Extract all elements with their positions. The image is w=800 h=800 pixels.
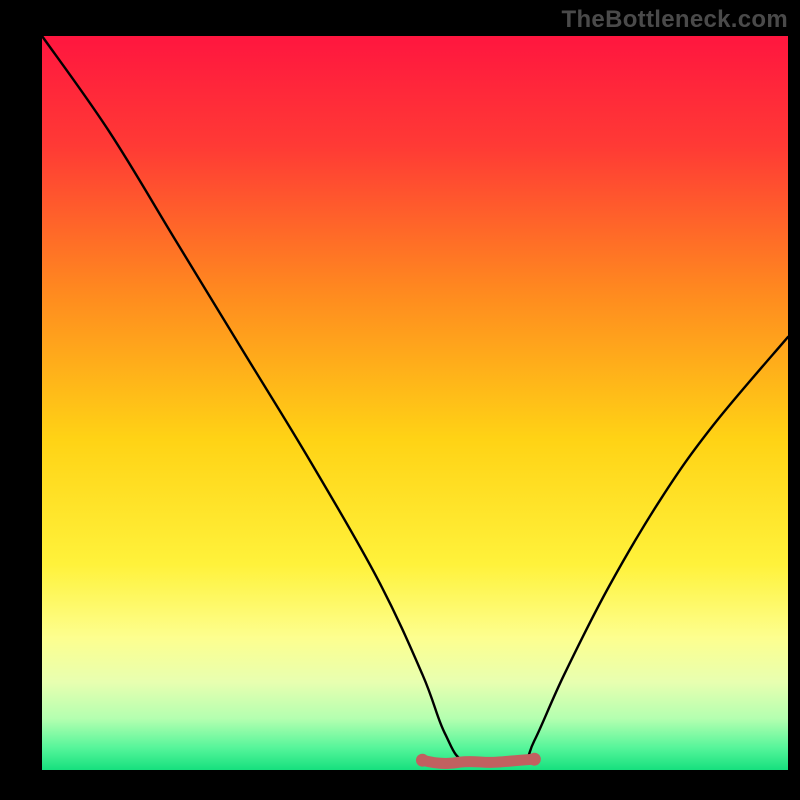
bottleneck-chart (0, 0, 800, 800)
chart-frame: TheBottleneck.com (0, 0, 800, 800)
optimal-range-end-marker (528, 753, 541, 766)
watermark-text: TheBottleneck.com (562, 6, 788, 34)
optimal-range-start-marker (416, 754, 429, 767)
optimal-range-highlight (422, 759, 534, 763)
